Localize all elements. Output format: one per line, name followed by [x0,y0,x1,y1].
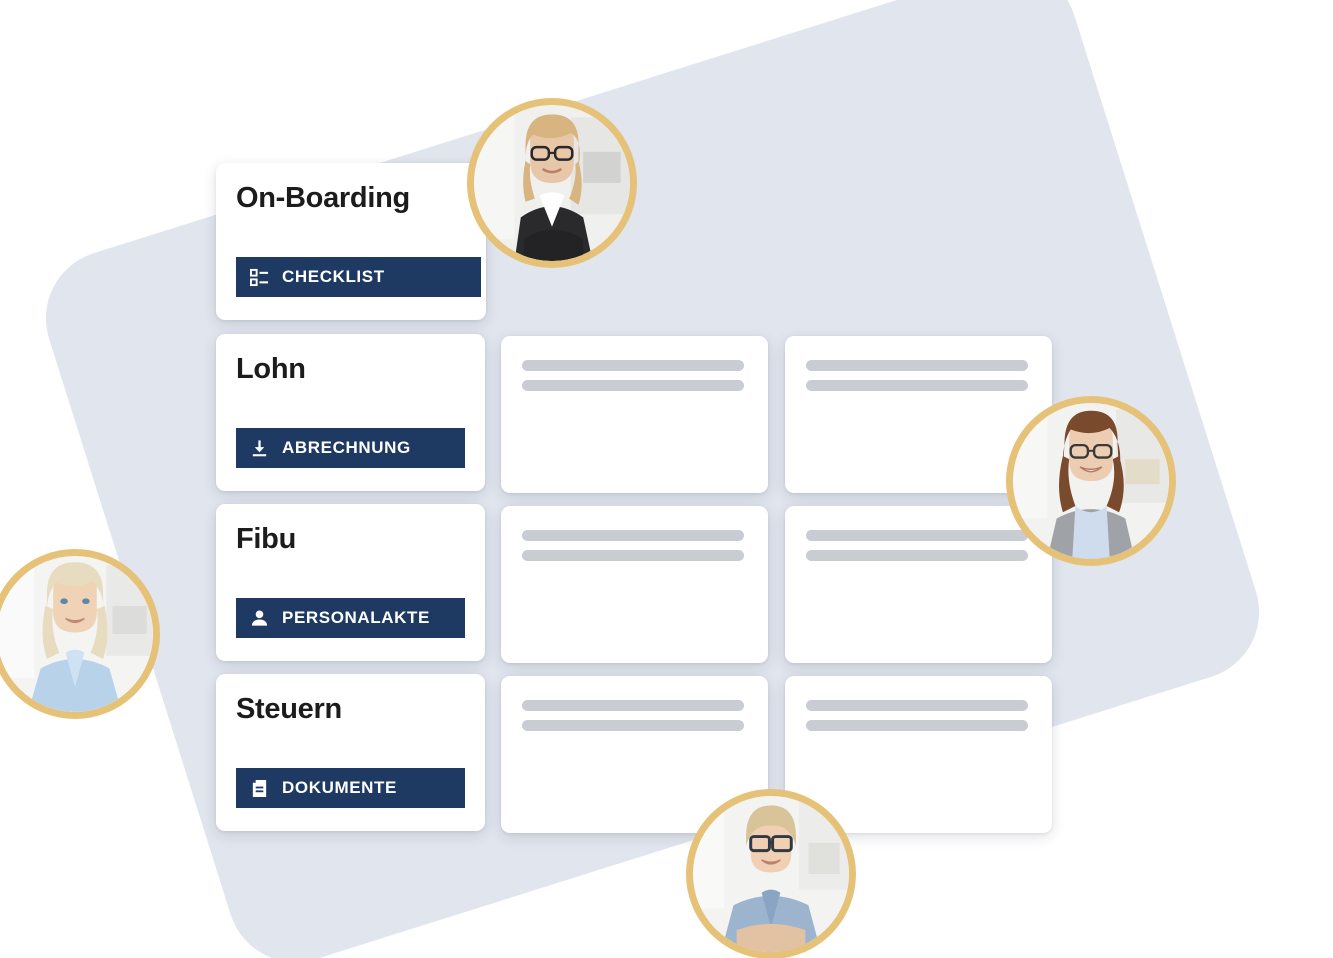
placeholder-line [806,700,1028,711]
personalakte-button[interactable]: PERSONALAKTE [236,598,465,638]
button-label: PERSONALAKTE [282,608,430,627]
checklist-icon [250,268,269,287]
card-fibu[interactable]: Fibu PERSONALAKTE [216,504,485,661]
avatar-photo [474,105,630,261]
button-label: ABRECHNUNG [282,438,411,457]
abrechnung-button[interactable]: ABRECHNUNG [236,428,465,468]
card-title: Lohn [236,353,306,385]
placeholder-line [806,720,1028,731]
placeholder-line [806,550,1028,561]
placeholder-card[interactable] [501,506,768,663]
placeholder-card[interactable] [785,506,1052,663]
card-title: Fibu [236,523,297,555]
placeholder-line [522,550,744,561]
document-icon [250,779,269,798]
avatar-top-employee [467,98,637,268]
placeholder-line [806,360,1028,371]
dokumente-button[interactable]: DOKUMENTE [236,768,465,808]
avatar-left-employee [0,549,160,719]
placeholder-line [806,380,1028,391]
card-title: Steuern [236,693,342,725]
avatar-photo [693,796,849,952]
avatar-bottom-employee [686,789,856,958]
placeholder-line [806,530,1028,541]
person-icon [250,609,269,628]
placeholder-line [522,380,744,391]
checklist-button[interactable]: CHECKLIST [236,257,481,297]
download-icon [250,439,269,458]
avatar-right-employee [1006,396,1176,566]
button-label: DOKUMENTE [282,778,397,797]
placeholder-card[interactable] [501,336,768,493]
illustration-stage: On-Boarding CHECKLIST Lohn ABRECHNUNG Fi… [0,0,1333,958]
card-on-boarding[interactable]: On-Boarding CHECKLIST [216,163,486,320]
card-steuern[interactable]: Steuern DOKUMENTE [216,674,485,831]
card-lohn[interactable]: Lohn ABRECHNUNG [216,334,485,491]
button-label: CHECKLIST [282,267,385,286]
placeholder-line [522,530,744,541]
placeholder-line [522,720,744,731]
placeholder-line [522,700,744,711]
placeholder-line [522,360,744,371]
avatar-photo [0,556,153,712]
card-title: On-Boarding [236,182,410,214]
avatar-photo [1013,403,1169,559]
